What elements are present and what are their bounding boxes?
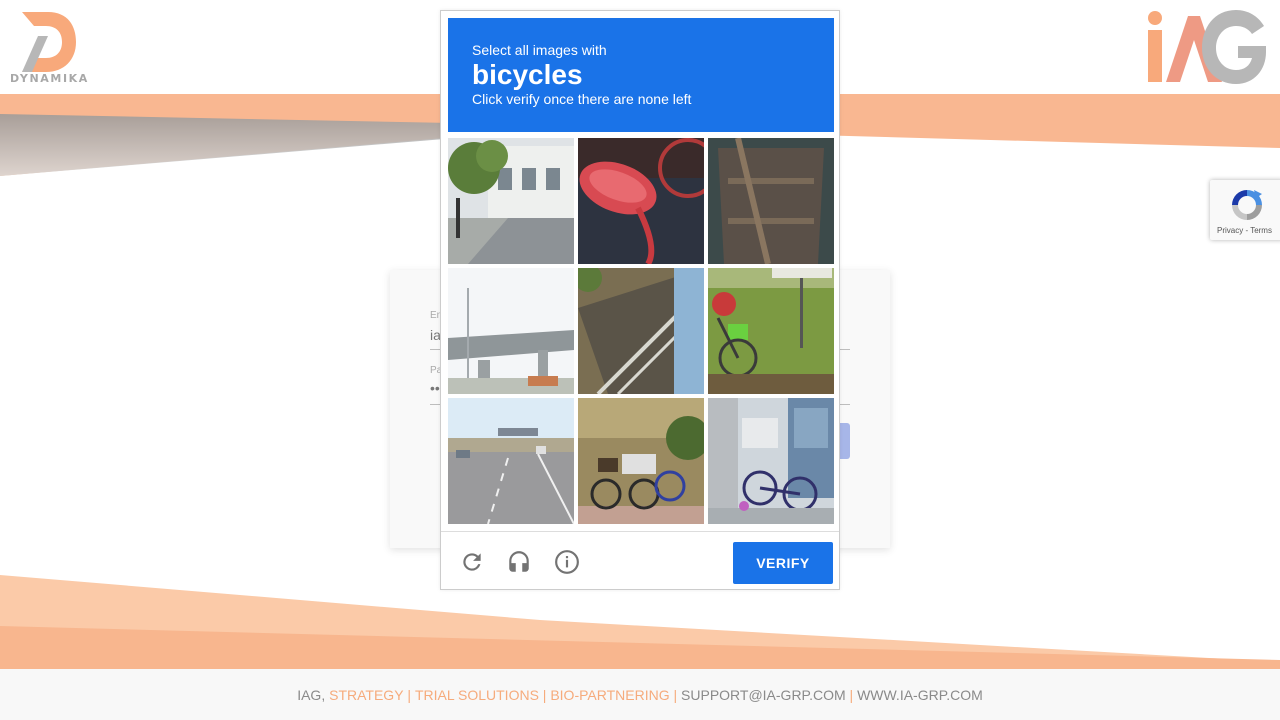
tile-red-bike-seat[interactable] — [578, 138, 704, 264]
footer-separator: | — [669, 686, 682, 703]
tile-parked-bicycles[interactable] — [578, 398, 704, 524]
tile-staircase[interactable] — [578, 268, 704, 394]
recaptcha-privacy-terms[interactable]: Privacy - Terms — [1217, 226, 1272, 235]
tile-highway[interactable] — [448, 398, 574, 524]
footer-email-link[interactable]: SUPPORT@IA-GRP.COM — [681, 687, 846, 703]
footer-strategy-link[interactable]: STRATEGY — [329, 687, 403, 703]
footer-separator: | — [538, 686, 551, 703]
tile-wooden-boat[interactable] — [708, 138, 834, 264]
password-field[interactable]: •• — [430, 380, 440, 396]
captcha-target: bicycles — [472, 59, 583, 90]
page: DYNAMIKA En ia Pa •• Privacy - Terms IAG… — [0, 0, 1280, 720]
verify-button[interactable]: VERIFY — [733, 542, 833, 584]
audio-icon[interactable] — [506, 549, 532, 575]
recaptcha-icon — [1232, 190, 1262, 220]
captcha-footer: VERIFY — [441, 531, 839, 589]
iag-logo — [1148, 10, 1266, 84]
captcha-sub-instruction: Click verify once there are none left — [472, 91, 692, 107]
footer-trial-solutions-link[interactable]: TRIAL SOLUTIONS — [415, 687, 539, 703]
footer-bio-partnering-link[interactable]: BIO-PARTNERING — [550, 687, 669, 703]
tile-bicycle-on-grass[interactable] — [708, 268, 834, 394]
captcha-header: Select all images with bicycles Click ve… — [448, 18, 834, 132]
footer-separator: | — [403, 686, 415, 703]
captcha-image-grid — [448, 138, 834, 524]
reload-icon[interactable] — [459, 549, 485, 575]
footer-separator: | — [845, 686, 858, 703]
tile-bicycle-by-building[interactable] — [708, 398, 834, 524]
recaptcha-badge[interactable]: Privacy - Terms — [1210, 180, 1280, 240]
footer-prefix: IAG, — [297, 686, 330, 703]
tile-street-building[interactable] — [448, 138, 574, 264]
footer-website-link[interactable]: WWW.IA-GRP.COM — [857, 687, 983, 703]
captcha-instruction: Select all images with — [472, 42, 607, 58]
dynamika-logo-text: DYNAMIKA — [10, 72, 89, 85]
info-icon[interactable] — [554, 549, 580, 575]
tile-overpass[interactable] — [448, 268, 574, 394]
captcha-challenge: Select all images with bicycles Click ve… — [440, 10, 840, 590]
footer: IAG, STRATEGY | TRIAL SOLUTIONS | BIO-PA… — [0, 669, 1280, 720]
